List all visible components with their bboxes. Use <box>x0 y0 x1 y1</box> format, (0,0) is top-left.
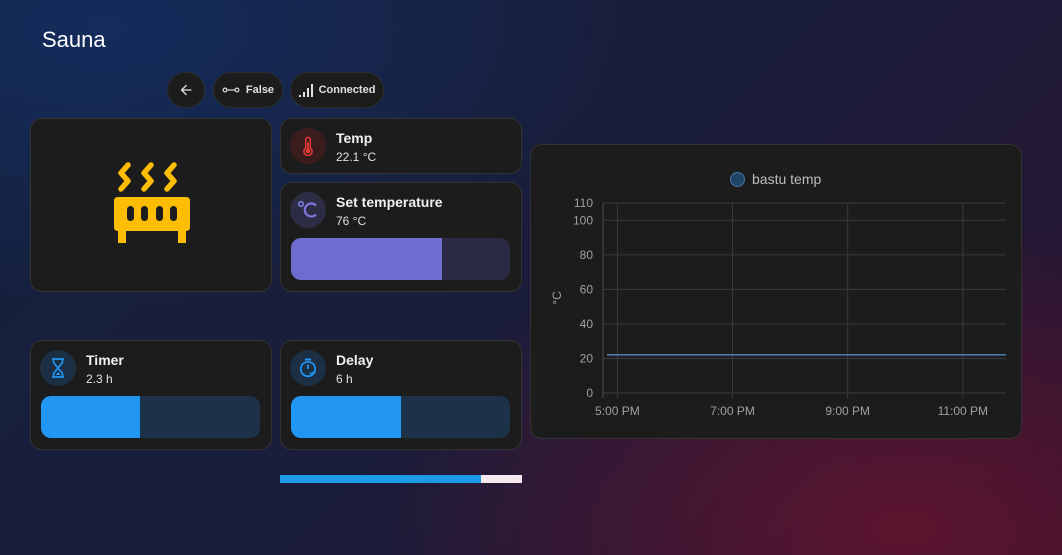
delay-name: Delay <box>336 352 374 368</box>
connection-chip[interactable]: Connected <box>290 72 384 108</box>
delay-slider[interactable] <box>291 396 510 438</box>
sauna-hero-card[interactable] <box>30 118 272 292</box>
delay-value: 6 h <box>336 372 353 386</box>
y-tick-label: 20 <box>580 351 594 365</box>
set-temperature-slider[interactable] <box>291 238 510 280</box>
back-button[interactable] <box>167 72 205 108</box>
timer-check-icon <box>299 358 317 378</box>
delay-slider-fill <box>291 396 401 438</box>
temp-value: 22.1 °C <box>336 150 377 164</box>
timer-value: 2.3 h <box>86 372 113 386</box>
progress-bar-fill <box>280 475 481 483</box>
history-chart-card: bastu temp 0 20 40 60 80 100 110 5:00 PM 7:00 PM… <box>530 144 1022 439</box>
set-temperature-name: Set temperature <box>336 194 443 210</box>
timer-icon-badge <box>40 350 76 386</box>
progress-bar <box>280 475 522 483</box>
x-tick-label: 7:00 PM <box>710 404 755 418</box>
temp-card[interactable]: Temp 22.1 °C <box>280 118 522 174</box>
status-chip-label: False <box>245 84 275 96</box>
x-tick-label: 11:00 PM <box>938 404 988 418</box>
y-tick-label: 60 <box>580 282 594 296</box>
x-tick-label: 5:00 PM <box>595 404 640 418</box>
status-chip[interactable]: False <box>213 72 283 108</box>
y-tick-label: 110 <box>574 196 593 210</box>
set-temperature-card: Set temperature 76 °C <box>280 182 522 292</box>
timer-slider-fill <box>41 396 140 438</box>
hourglass-icon <box>52 358 64 378</box>
timer-name: Timer <box>86 352 124 368</box>
set-temperature-value: 76 °C <box>336 214 367 228</box>
set-temperature-icon-badge <box>290 192 326 228</box>
delay-icon-badge <box>290 350 326 386</box>
temp-name: Temp <box>336 130 373 146</box>
arrow-left-icon <box>180 84 192 96</box>
delay-card: Delay 6 h <box>280 340 522 450</box>
celsius-icon <box>297 200 317 218</box>
connection-chip-label: Connected <box>318 84 376 96</box>
y-tick-label: 80 <box>580 248 594 262</box>
timer-slider[interactable] <box>41 396 260 438</box>
page-title: Sauna <box>42 27 106 52</box>
set-temperature-slider-fill <box>291 238 443 280</box>
temp-icon-badge <box>290 128 326 164</box>
y-tick-label: 100 <box>573 213 593 227</box>
y-axis-label: °C <box>550 291 564 305</box>
timer-card: Timer 2.3 h <box>30 340 272 450</box>
sauna-heater-icon <box>114 162 190 243</box>
thermometer-icon <box>303 136 313 156</box>
signal-bars-icon <box>298 83 313 97</box>
y-tick-label: 0 <box>586 386 593 400</box>
y-tick-label: 40 <box>580 317 594 331</box>
x-tick-label: 9:00 PM <box>825 404 870 418</box>
history-chart: 0 20 40 60 80 100 110 5:00 PM 7:00 PM 9:00 PM 11:0… <box>550 196 1006 418</box>
connection-icon <box>222 87 240 93</box>
